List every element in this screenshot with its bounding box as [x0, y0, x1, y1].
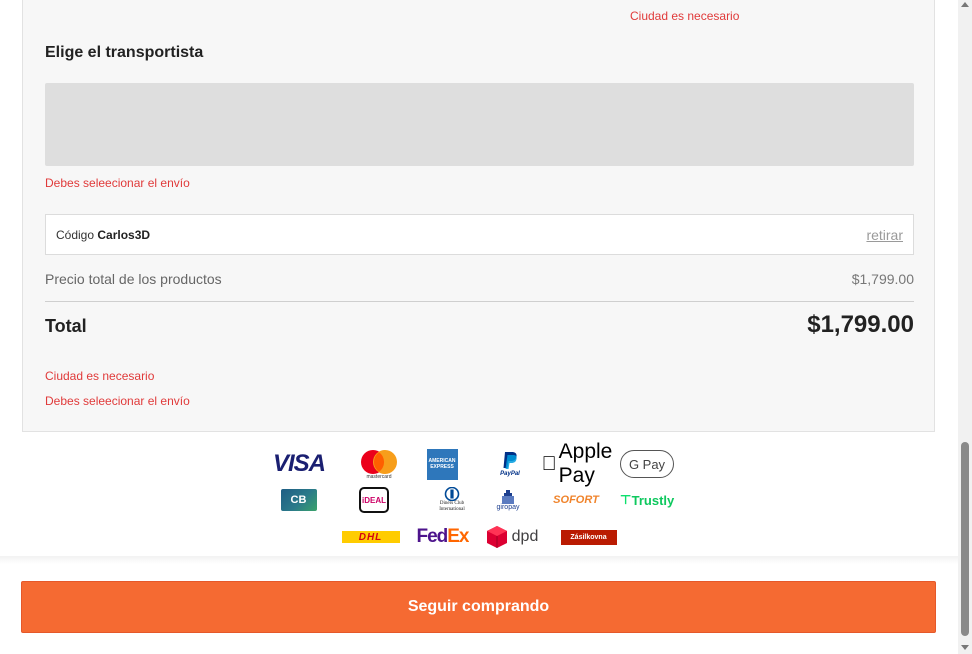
visa-logo: VISA	[272, 450, 326, 477]
shipping-logos-row: DHL FedEx dpd Zásilkovna	[341, 524, 617, 550]
giropay-logo: giropay	[492, 489, 524, 511]
paypal-logo: PayPal	[490, 451, 530, 477]
amex-logo: AMERICAN EXPRESS	[426, 448, 458, 480]
checkout-viewport: Ciudad es necesario Elige el transportis…	[0, 0, 972, 654]
fedex-logo: FedEx	[416, 526, 469, 547]
coupon-text: Código Carlos3D	[56, 228, 150, 242]
trustly-icon: ⊤	[619, 492, 632, 507]
coupon-code: Carlos3D	[97, 227, 151, 242]
dpd-logo: dpd	[484, 525, 540, 549]
scroll-up-arrow-icon[interactable]	[961, 2, 969, 7]
trustly-logo: ⊤ Trustly	[619, 492, 675, 508]
scrollbar-thumb[interactable]	[961, 442, 969, 636]
carrier-options-placeholder[interactable]	[45, 83, 914, 166]
carrier-section-title: Elige el transportista	[45, 44, 204, 61]
continue-shopping-button[interactable]: Seguir comprando	[21, 581, 936, 633]
total-row: Total $1,799.00	[45, 308, 914, 339]
dhl-logo: DHL	[341, 531, 400, 543]
scrollbar[interactable]	[958, 0, 972, 654]
apple-icon: 	[542, 453, 557, 476]
cb-logo: CB	[280, 489, 317, 511]
diners-club-logo: Diners Club International	[432, 487, 472, 513]
scroll-down-arrow-icon[interactable]	[961, 645, 969, 650]
ideal-logo: iDEAL	[358, 487, 390, 513]
shipping-error: Debes seleecionar el envío	[45, 176, 190, 190]
city-error: Ciudad es necesario	[45, 369, 155, 383]
sofort-logo: SOFORT	[553, 494, 599, 506]
remove-coupon-link[interactable]: retirar	[866, 227, 903, 243]
shipping-error-bottom: Debes seleecionar el envío	[45, 394, 190, 408]
mastercard-logo: mastercard	[352, 449, 406, 480]
coupon-row: Código Carlos3D retirar	[45, 214, 914, 255]
subtotal-row: Precio total de los productos $1,799.00	[45, 271, 914, 287]
footer-shadow	[0, 556, 958, 564]
google-pay-logo: G Pay	[620, 450, 674, 478]
subtotal-label: Precio total de los productos	[45, 271, 222, 287]
payment-logos-row-2: CB iDEAL Diners Club International girop…	[280, 485, 678, 515]
apple-pay-logo:  Apple Pay	[542, 440, 613, 488]
summary-divider	[45, 301, 914, 302]
payment-logos-row-1: VISA mastercard AMERICAN EXPRESS PayPal …	[268, 440, 674, 487]
city-error-top: Ciudad es necesario	[630, 9, 740, 23]
dpd-cube-icon	[486, 526, 507, 548]
subtotal-value: $1,799.00	[851, 271, 914, 287]
total-label: Total	[45, 316, 87, 336]
total-value: $1,799.00	[807, 311, 914, 338]
coupon-label: Código	[56, 227, 95, 242]
zasilkovna-logo: Zásilkovna	[560, 529, 617, 545]
order-summary-panel: Ciudad es necesario Elige el transportis…	[22, 0, 935, 432]
